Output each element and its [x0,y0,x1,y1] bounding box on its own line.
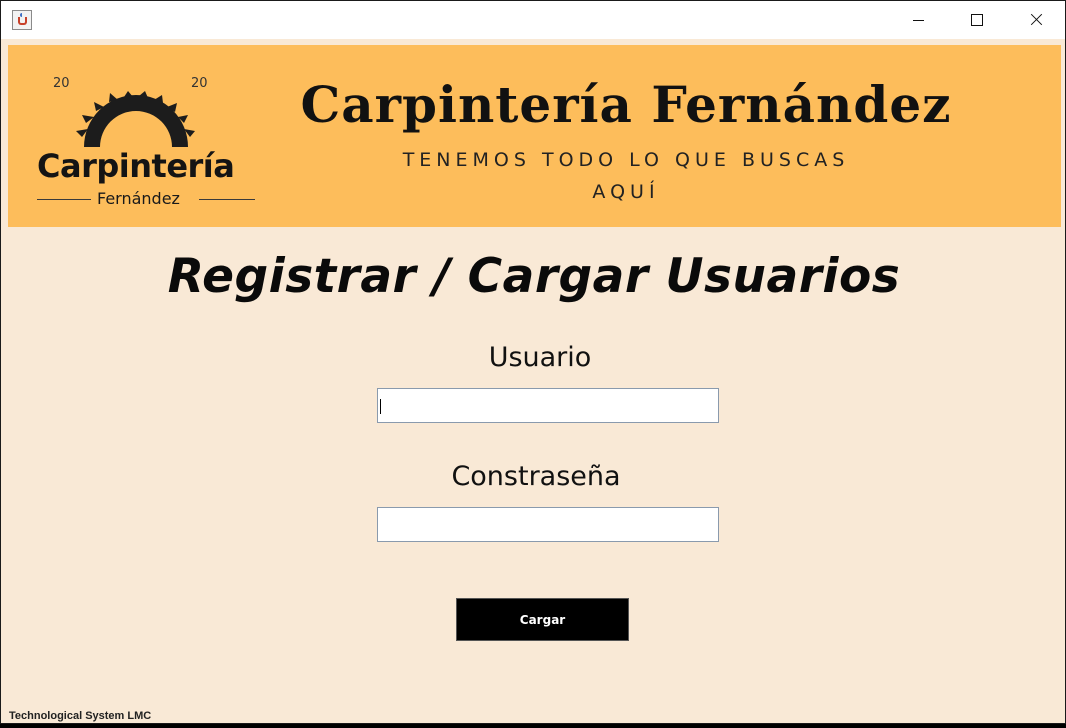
saw-blade-icon [76,91,195,147]
page-title: Registrar / Cargar Usuarios [167,249,901,304]
minimize-icon[interactable] [889,1,947,39]
username-input[interactable] [378,389,718,422]
username-label: Usuario [488,342,592,373]
text-caret [380,399,381,414]
logo-year-left: 20 [53,76,70,91]
maximize-icon[interactable] [947,1,1005,39]
cargar-button[interactable]: Cargar [456,598,629,641]
banner-tagline-line1: TENEMOS TODO LO QUE BUSCAS [402,149,850,171]
banner-tagline-line2: AQUÍ [592,181,660,203]
username-field[interactable] [377,388,719,423]
logo-divider-left [37,199,91,200]
password-field[interactable] [377,507,719,542]
password-label: Constraseña [451,461,621,492]
password-input[interactable] [378,508,718,541]
logo-divider-right [199,199,255,200]
title-bar [1,1,1065,39]
footer-text: Technological System LMC [9,710,152,722]
java-coffee-icon[interactable] [12,10,32,30]
logo-year-right: 20 [191,76,208,91]
logo-subtitle: Fernández [97,189,180,208]
banner-title: Carpintería Fernández [300,75,952,134]
logo-name: Carpintería [37,147,235,185]
app-window: 20 20 Carpintería Fernández Carpintería … [0,0,1066,724]
close-icon[interactable] [1006,1,1064,39]
